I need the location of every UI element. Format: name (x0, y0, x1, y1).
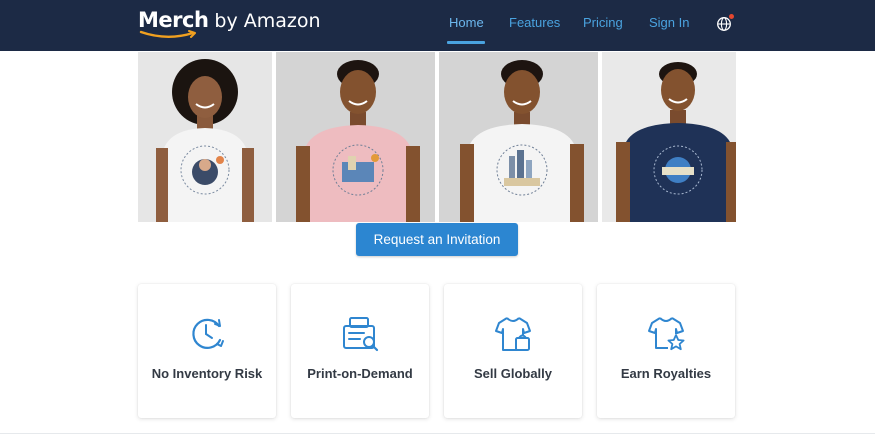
feature-label: No Inventory Risk (151, 366, 263, 381)
footer-divider (0, 433, 875, 434)
feature-card-sell-globally: Sell Globally (444, 284, 582, 418)
printer-search-icon (343, 317, 379, 352)
feature-card-print-on-demand: Print-on-Demand (291, 284, 429, 418)
top-navigation-bar: Merch by Amazon Home Features Pricing Si… (0, 0, 875, 51)
logo-merch-text: Merch (138, 8, 209, 32)
amazon-smile-icon (139, 30, 196, 38)
logo-by-amazon-text: by Amazon (214, 10, 321, 32)
merch-logo[interactable]: Merch by Amazon (138, 8, 321, 32)
notification-dot (729, 14, 734, 19)
shirt-star-icon (648, 317, 685, 351)
feature-card-earn-royalties: Earn Royalties (597, 284, 735, 418)
feature-label: Print-on-Demand (307, 366, 413, 381)
hero-photo-4 (602, 52, 736, 222)
nav-features[interactable]: Features (509, 15, 560, 30)
nav-active-indicator (447, 41, 485, 44)
nav-home[interactable]: Home (449, 15, 484, 30)
nav-pricing[interactable]: Pricing (583, 15, 623, 30)
hero-photo-2 (276, 52, 435, 222)
hero-photo-1 (138, 52, 272, 222)
nav-sign-in[interactable]: Sign In (649, 15, 689, 30)
feature-label: Sell Globally (473, 366, 553, 381)
feature-label: Earn Royalties (620, 366, 712, 381)
shirt-bag-icon (495, 317, 531, 351)
request-invitation-button[interactable]: Request an Invitation (356, 223, 518, 256)
clock-refresh-icon (192, 318, 224, 349)
hero-photo-3 (439, 52, 598, 222)
feature-card-no-inventory-risk: No Inventory Risk (138, 284, 276, 418)
